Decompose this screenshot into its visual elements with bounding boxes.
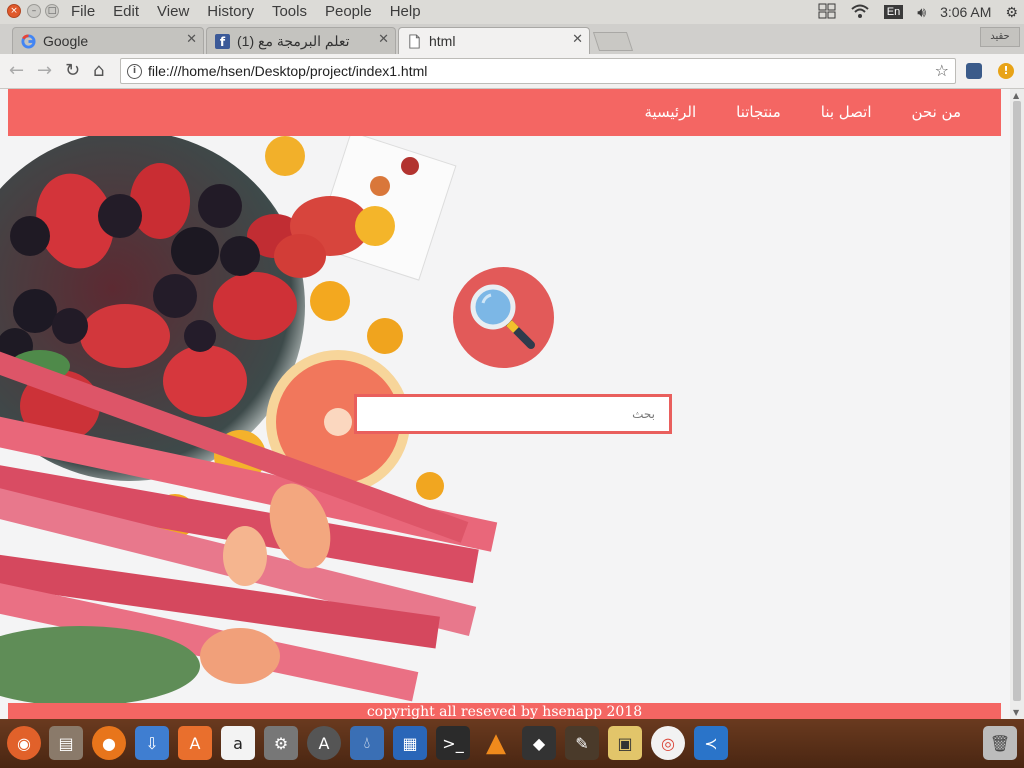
browser-toolbar: ← → ↻ ⌂ i file:///home/hsen/Desktop/proj… <box>0 54 1024 89</box>
window-close-button[interactable]: × <box>7 4 21 18</box>
workspace-icon[interactable] <box>818 3 836 22</box>
tab-facebook[interactable]: f (1) تعلم البرمجة مع ✕ <box>206 27 396 54</box>
new-tab-button[interactable] <box>592 32 634 51</box>
google-icon <box>21 34 36 49</box>
volume-icon[interactable]: 🔊︎ <box>917 4 926 21</box>
writer-icon[interactable]: ▦ <box>393 726 427 760</box>
clock[interactable]: 3:06 AM <box>940 4 991 20</box>
tab-label: html <box>429 33 456 49</box>
nav-contact[interactable]: اتصل بنا <box>821 103 872 121</box>
vscode-icon[interactable]: ≺ <box>694 726 728 760</box>
search-field[interactable] <box>354 394 672 434</box>
close-icon[interactable]: ✕ <box>186 32 197 47</box>
back-arrow-icon[interactable]: ← <box>9 60 24 81</box>
tab-html[interactable]: html ✕ <box>398 27 590 54</box>
trash-icon[interactable]: 🗑︎ <box>983 726 1017 760</box>
bookmark-star-icon[interactable]: ☆ <box>935 61 949 80</box>
settings-icon[interactable]: ⚙ <box>264 726 298 760</box>
firefox-icon[interactable]: ● <box>92 726 126 760</box>
nav-links: الرئيسية منتجاتنا اتصل بنا من نحن <box>604 103 961 121</box>
update-icon[interactable]: A <box>307 726 341 760</box>
tab-strip: Google ✕ f (1) تعلم البرمجة مع ✕ html ✕ … <box>0 24 1024 54</box>
nav-home[interactable]: الرئيسية <box>644 103 696 121</box>
home-icon[interactable]: ⌂ <box>93 60 104 81</box>
web-page: الرئيسية منتجاتنا اتصل بنا من نحن copyri… <box>0 89 1010 719</box>
menu-tools[interactable]: Tools <box>272 3 307 20</box>
drop-icon[interactable]: 💧︎ <box>350 726 384 760</box>
paint-icon[interactable]: ✎ <box>565 726 599 760</box>
facebook-icon: f <box>215 34 230 49</box>
search-logo <box>453 267 554 368</box>
alert-icon[interactable]: ! <box>998 63 1014 79</box>
amazon-icon[interactable]: a <box>221 726 255 760</box>
terminal-icon[interactable]: >_ <box>436 726 470 760</box>
scroll-up-icon[interactable]: ▲ <box>1013 91 1019 100</box>
keyboard-language[interactable]: En <box>883 5 904 19</box>
ubuntu-icon[interactable]: ◉ <box>7 726 41 760</box>
scroll-down-icon[interactable]: ▼ <box>1013 708 1019 717</box>
magnifier-icon <box>470 284 535 349</box>
nav-about[interactable]: من نحن <box>912 103 962 121</box>
system-tray: En 🔊︎ 3:06 AM ⚙ <box>804 2 1018 22</box>
document-icon <box>409 34 420 49</box>
site-footer: copyright all reseved by hsenapp 2018 <box>8 703 1001 719</box>
tab-label: Google <box>43 33 89 49</box>
menu-view[interactable]: View <box>157 3 189 20</box>
inkscape-icon[interactable]: ◆ <box>522 726 556 760</box>
site-navbar: الرئيسية منتجاتنا اتصل بنا من نحن <box>8 89 1001 136</box>
transmission-icon[interactable]: ⇩ <box>135 726 169 760</box>
chrome-icon[interactable]: ◎ <box>651 726 685 760</box>
profile-button[interactable]: حقيد <box>980 27 1020 47</box>
launcher-dock: ◉ ▤ ● ⇩ A a ⚙ A 💧︎ ▦ >_ ▲ ◆ ✎ ▣ ◎ ≺ 🗑︎ <box>0 719 1024 768</box>
footer-copyright: copyright all reseved by hsenapp 2018 <box>366 704 643 719</box>
tab-google[interactable]: Google ✕ <box>12 27 204 54</box>
scroll-thumb[interactable] <box>1013 101 1021 701</box>
page-scrollbar[interactable]: ▲ ▼ <box>1010 89 1024 719</box>
close-icon[interactable]: ✕ <box>378 32 389 47</box>
system-menubar: × – □ File Edit View History Tools Peopl… <box>0 0 1024 25</box>
image-viewer-icon[interactable]: ▣ <box>608 726 642 760</box>
url-text[interactable]: file:///home/hsen/Desktop/project/index1… <box>148 63 427 79</box>
tab-label: (1) تعلم البرمجة مع <box>237 33 350 49</box>
window-minimize-button[interactable]: – <box>27 4 41 18</box>
search-input[interactable] <box>357 397 669 431</box>
app-menu: File Edit View History Tools People Help <box>71 3 439 20</box>
extension-icon[interactable] <box>966 63 982 79</box>
nav-products[interactable]: منتجاتنا <box>736 103 781 121</box>
gear-icon[interactable]: ⚙ <box>1005 4 1018 21</box>
wifi-icon[interactable] <box>850 3 870 22</box>
reload-icon[interactable]: ↻ <box>65 60 80 81</box>
menu-file[interactable]: File <box>71 3 95 20</box>
menu-help[interactable]: Help <box>390 3 421 20</box>
software-center-icon[interactable]: A <box>178 726 212 760</box>
forward-arrow-icon[interactable]: → <box>37 60 52 81</box>
close-icon[interactable]: ✕ <box>572 32 583 47</box>
menu-edit[interactable]: Edit <box>113 3 139 20</box>
address-bar[interactable]: i file:///home/hsen/Desktop/project/inde… <box>120 58 956 84</box>
window-maximize-button[interactable]: □ <box>45 4 59 18</box>
info-icon[interactable]: i <box>127 64 142 79</box>
files-icon[interactable]: ▤ <box>49 726 83 760</box>
menu-history[interactable]: History <box>207 3 254 20</box>
menu-people[interactable]: People <box>325 3 372 20</box>
vlc-icon[interactable]: ▲ <box>479 726 513 760</box>
